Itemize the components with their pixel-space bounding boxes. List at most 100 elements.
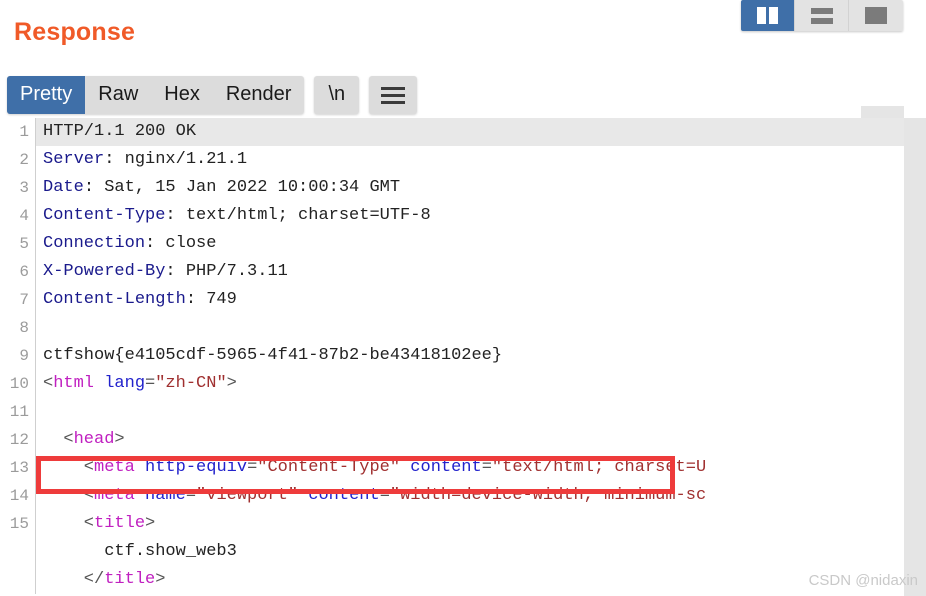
code-token: content [308, 486, 380, 505]
code-line-text: X-Powered-By: PHP/7.3.11 [36, 258, 904, 286]
code-line: 5 Connection: close [0, 230, 904, 258]
scrollbar-track[interactable] [904, 118, 926, 596]
line-number: 15 [0, 510, 36, 538]
code-token: meta [94, 486, 135, 505]
code-line: 10 <html lang="zh-CN"> [0, 370, 904, 398]
code-line: 7 Content-Length: 749 [0, 286, 904, 314]
response-body-viewer[interactable]: 1 HTTP/1.1 200 OK 2 Server: nginx/1.21.1 3 Da… [0, 118, 926, 596]
code-lines[interactable]: 1 HTTP/1.1 200 OK 2 Server: nginx/1.21.1 3 Da… [0, 118, 904, 596]
line-number: 7 [0, 286, 36, 314]
line-number: 12 [0, 426, 36, 454]
code-token: : close [145, 234, 217, 253]
line-number: 4 [0, 202, 36, 230]
code-token: Server [43, 150, 105, 169]
layout-single-pane-button[interactable] [849, 0, 903, 31]
code-token: HTTP/1.1 200 OK [43, 122, 197, 141]
response-panel: Response Pretty Raw Hex Render \n 1 HTTP/… [0, 0, 926, 596]
code-token: "width=device-width, minimum-sc [389, 486, 707, 505]
code-token: Date [43, 178, 84, 197]
code-line-text: <head> [36, 426, 904, 454]
code-line: </title> [0, 566, 904, 594]
code-line-text: <html lang="zh-CN"> [36, 370, 904, 398]
hamburger-menu-icon [381, 93, 406, 97]
response-menu-button[interactable] [369, 76, 418, 114]
hamburger-menu-icon [381, 100, 406, 104]
code-token: title [94, 514, 146, 533]
code-line: 4 Content-Type: text/html; charset=UTF-8 [0, 202, 904, 230]
code-line-text: Server: nginx/1.21.1 [36, 146, 904, 174]
code-token: lang [104, 374, 146, 393]
code-token: > [155, 570, 166, 589]
code-token: < [43, 486, 95, 505]
tab-hex[interactable]: Hex [151, 76, 213, 114]
watermark: CSDN @nidaxin [808, 572, 918, 589]
code-line: 13 <meta http-equiv="Content-Type" conte… [0, 454, 904, 482]
code-token: : 749 [185, 290, 237, 309]
layout-toggle-group [741, 0, 903, 31]
code-line: 14 <meta name="viewport" content="width=… [0, 482, 904, 510]
code-line-text: <meta http-equiv="Content-Type" content=… [36, 454, 904, 482]
code-line-text: HTTP/1.1 200 OK [36, 118, 904, 146]
code-token: "text/html; charset=U [491, 458, 707, 477]
newline-toggle-button[interactable]: \n [314, 76, 360, 114]
code-line-text: ctfshow{e4105cdf-5965-4f41-87b2-be434181… [36, 342, 904, 370]
line-number: 2 [0, 146, 36, 174]
tab-pretty[interactable]: Pretty [7, 76, 86, 114]
code-token: ctfshow{e4105cdf-5965-4f41-87b2-be434181… [43, 346, 503, 365]
code-token: Connection [43, 234, 146, 253]
split-horizontal-icon [810, 7, 833, 24]
code-token: = [247, 458, 258, 477]
layout-split-vertical-button[interactable] [741, 0, 795, 31]
code-line: 6 X-Powered-By: PHP/7.3.11 [0, 258, 904, 286]
code-line-text: <title> [36, 510, 904, 538]
code-line: 15 <title> [0, 510, 904, 538]
vertical-scrollbar[interactable] [904, 118, 926, 596]
code-line-text: Content-Type: text/html; charset=UTF-8 [36, 202, 904, 230]
code-line: ctf.show_web3 [0, 538, 904, 566]
line-number: 8 [0, 314, 36, 342]
code-token: meta [94, 458, 135, 477]
tab-raw[interactable]: Raw [85, 76, 151, 114]
line-number: 11 [0, 398, 36, 426]
code-token: = [379, 486, 390, 505]
code-token: </ [43, 570, 105, 589]
split-vertical-icon [757, 7, 778, 24]
line-number [0, 566, 36, 594]
code-token: X-Powered-By [43, 262, 166, 281]
code-token: < [43, 430, 74, 449]
line-number: 3 [0, 174, 36, 202]
view-mode-tabs: Pretty Raw Hex Render [7, 76, 305, 114]
code-token: Content-Length [43, 290, 186, 309]
code-token: : nginx/1.21.1 [104, 150, 248, 169]
line-number: 13 [0, 454, 36, 482]
code-line: 3 Date: Sat, 15 Jan 2022 10:00:34 GMT [0, 174, 904, 202]
code-line: 1 HTTP/1.1 200 OK [0, 118, 904, 146]
line-number: 14 [0, 482, 36, 510]
layout-split-horizontal-button[interactable] [795, 0, 849, 31]
code-token: "viewport" [196, 486, 299, 505]
code-token: Content-Type [43, 206, 166, 225]
view-toolbar: Pretty Raw Hex Render \n [7, 76, 418, 114]
code-line-text [36, 398, 904, 426]
code-token: < [43, 458, 95, 477]
code-token: "zh-CN" [155, 374, 227, 393]
page-title: Response [14, 18, 136, 46]
code-line-text: ctf.show_web3 [36, 538, 904, 566]
line-number [0, 538, 36, 566]
code-token: html [53, 374, 95, 393]
code-line: 12 <head> [0, 426, 904, 454]
scrollbar-corner [861, 106, 904, 118]
tab-render[interactable]: Render [213, 76, 305, 114]
code-line: 2 Server: nginx/1.21.1 [0, 146, 904, 174]
code-token: content [410, 458, 482, 477]
code-token: > [226, 374, 237, 393]
code-token: "Content-Type" [257, 458, 401, 477]
line-number: 1 [0, 118, 36, 146]
code-token: < [43, 514, 95, 533]
code-token: : Sat, 15 Jan 2022 10:00:34 GMT [83, 178, 401, 197]
line-number: 9 [0, 342, 36, 370]
line-number: 6 [0, 258, 36, 286]
